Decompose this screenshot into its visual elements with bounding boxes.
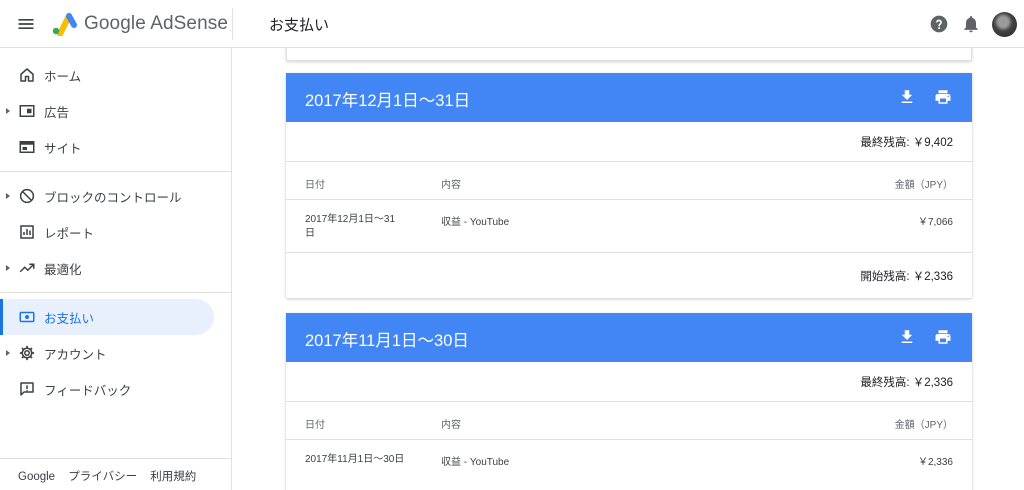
column-header-date: 日付 [305, 420, 325, 431]
column-header-amount: 金額（JPY） [894, 420, 953, 431]
payments-icon [19, 311, 35, 323]
sidebar-divider [0, 171, 231, 172]
row-amount: ￥2,336 [917, 457, 953, 468]
card-title: 2017年12月1日～31日 [305, 92, 471, 110]
sidebar-item-blocking-controls[interactable]: ブロックのコントロール [0, 178, 231, 214]
help-icon[interactable] [929, 14, 949, 34]
notifications-bell-icon[interactable] [961, 14, 981, 34]
sidebar-item-optimization[interactable]: 最適化 [0, 250, 231, 286]
sites-icon [19, 141, 35, 153]
download-icon[interactable] [898, 88, 916, 106]
sidebar-footer: Google プライバシー 利用規約 [0, 458, 231, 484]
sidebar-item-account[interactable]: アカウント [0, 335, 231, 371]
sidebar-item-label: レポート [44, 226, 95, 241]
download-icon[interactable] [898, 328, 916, 346]
card-header: 2017年11月1日～30日 [286, 313, 972, 362]
top-app-bar: Google AdSense お支払い [0, 0, 1024, 48]
sidebar-item-sites[interactable]: サイト [0, 129, 231, 165]
page-title: お支払い [269, 17, 330, 34]
card-header: 2017年12月1日～31日 [286, 73, 972, 122]
topbar-divider [232, 8, 233, 40]
column-header-date: 日付 [305, 180, 325, 191]
table-row: 2017年12月1日～31日 収益 - YouTube ￥7,066 [286, 200, 972, 253]
column-header-description: 内容 [441, 180, 461, 191]
footer-terms-link[interactable]: 利用規約 [150, 471, 196, 483]
gear-icon [19, 345, 35, 361]
sidebar-item-label: フィードバック [44, 383, 132, 398]
row-amount: ￥7,066 [917, 217, 953, 228]
print-icon[interactable] [934, 328, 952, 346]
expand-caret-icon[interactable] [6, 265, 10, 271]
sidebar-divider [0, 292, 231, 293]
block-icon [19, 188, 35, 204]
row-description: 収益 - YouTube [441, 217, 510, 228]
payment-period-card: 2017年12月1日～31日 最終残高: ￥9,402 日付 内容 金額（JPY… [286, 73, 972, 298]
avatar[interactable] [992, 12, 1017, 37]
sidebar-item-label: アカウント [44, 347, 107, 362]
sidebar-item-label: ブロックのコントロール [44, 190, 182, 205]
adsense-logo-icon [52, 13, 77, 36]
sidebar-item-ads[interactable]: 広告 [0, 93, 231, 129]
previous-payment-card [286, 48, 972, 61]
table-header: 日付 内容 金額（JPY） [286, 402, 972, 440]
table-header: 日付 内容 金額（JPY） [286, 162, 972, 200]
sidebar: ホーム 広告 サイト ブロックのコントロール レポート 最適化 お支払い アカウ… [0, 48, 232, 490]
sidebar-item-feedback[interactable]: フィードバック [0, 371, 231, 407]
sidebar-item-label: 最適化 [44, 262, 82, 277]
print-icon[interactable] [934, 88, 952, 106]
sidebar-item-reports[interactable]: レポート [0, 214, 231, 250]
feedback-icon [20, 382, 34, 396]
expand-caret-icon[interactable] [6, 350, 10, 356]
sidebar-item-label: 広告 [44, 105, 70, 120]
sidebar-item-label: サイト [44, 141, 82, 156]
main-content: 2017年12月1日～31日 最終残高: ￥9,402 日付 内容 金額（JPY… [233, 48, 1024, 490]
footer-google-link[interactable]: Google [18, 471, 55, 483]
ending-balance: 最終残高: ￥2,336 [286, 362, 972, 402]
payment-period-card: 2017年11月1日～30日 最終残高: ￥2,336 日付 内容 金額（JPY… [286, 313, 972, 490]
row-description: 収益 - YouTube [441, 457, 510, 468]
starting-balance: 開始残高: ￥2,336 [860, 270, 953, 283]
expand-caret-icon[interactable] [6, 108, 10, 114]
menu-icon[interactable] [16, 14, 36, 34]
sidebar-item-home[interactable]: ホーム [0, 57, 231, 93]
brand-name: Google AdSense [84, 13, 229, 34]
report-icon [20, 225, 34, 239]
sidebar-item-label: ホーム [44, 69, 82, 84]
trending-up-icon [19, 263, 35, 273]
sidebar-item-payments[interactable]: お支払い [0, 299, 214, 335]
expand-caret-icon[interactable] [6, 193, 10, 199]
ads-icon [19, 105, 35, 117]
table-row: 2017年11月1日～30日 収益 - YouTube ￥2,336 [286, 440, 972, 490]
footer-privacy-link[interactable]: プライバシー [68, 471, 137, 483]
sidebar-item-label: お支払い [44, 311, 95, 326]
card-title: 2017年11月1日～30日 [305, 332, 469, 350]
column-header-amount: 金額（JPY） [894, 180, 953, 191]
column-header-description: 内容 [441, 420, 461, 431]
ending-balance: 最終残高: ￥9,402 [286, 122, 972, 162]
row-date: 2017年11月1日～30日 [305, 454, 405, 465]
home-icon [20, 68, 34, 82]
row-date: 2017年12月1日～31日 [305, 214, 396, 239]
